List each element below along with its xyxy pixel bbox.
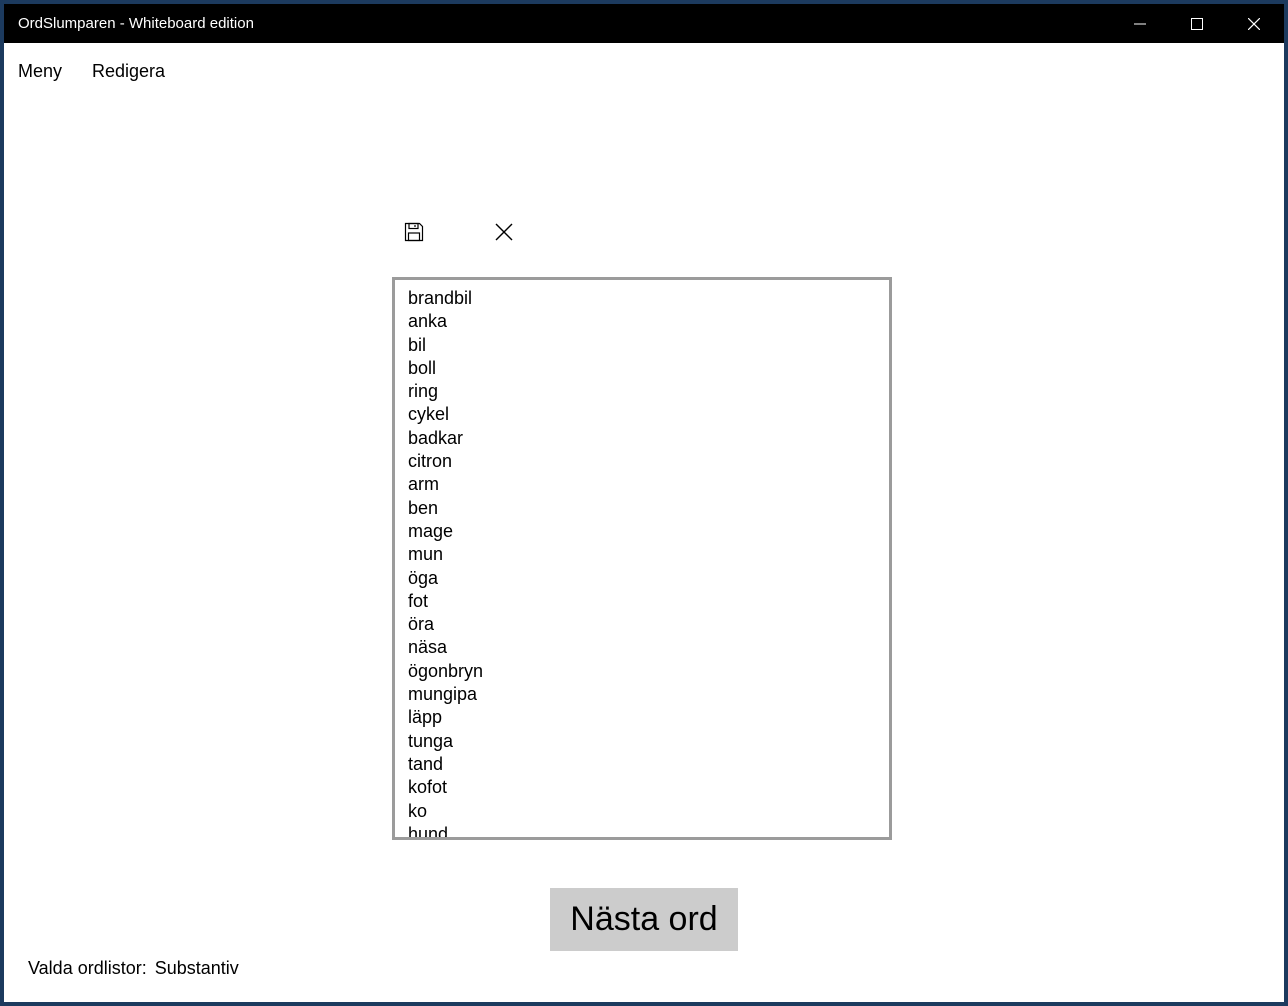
- list-item: citron: [408, 451, 453, 472]
- list-item: mungipa: [408, 684, 478, 705]
- maximize-icon: [1190, 17, 1203, 30]
- list-item: brandbil: [408, 288, 473, 308]
- window-close-button[interactable]: [1225, 4, 1282, 43]
- list-item: ring: [408, 381, 439, 402]
- menu-item-redigera[interactable]: Redigera: [92, 61, 165, 82]
- close-editor-button[interactable]: [488, 216, 520, 248]
- close-icon: [495, 223, 513, 241]
- status-label: Valda ordlistor:: [28, 958, 147, 978]
- save-button[interactable]: [398, 216, 430, 248]
- word-list-textbox[interactable]: brandbil anka bil boll ring cykel badkar citron…: [392, 277, 892, 840]
- list-item: hund: [408, 823, 449, 840]
- status-bar: Valda ordlistor: Substantiv: [28, 958, 239, 979]
- app-window: OrdSlumparen - Whiteboard edition Meny R…: [4, 4, 1284, 1002]
- list-item: cykel: [408, 404, 450, 425]
- status-value: Substantiv: [154, 958, 239, 978]
- title-bar[interactable]: OrdSlumparen - Whiteboard edition: [4, 4, 1284, 43]
- list-item: öra: [408, 614, 435, 635]
- list-item: kofot: [408, 777, 448, 798]
- menu-item-meny[interactable]: Meny: [18, 61, 62, 82]
- list-item: badkar: [408, 427, 464, 448]
- list-item: ko: [408, 800, 428, 821]
- list-item: boll: [408, 357, 437, 378]
- window-title: OrdSlumparen - Whiteboard edition: [18, 15, 254, 32]
- list-item: anka: [408, 311, 448, 332]
- list-item: ögonbryn: [408, 660, 484, 681]
- minimize-icon: [1133, 23, 1146, 24]
- list-item: bil: [408, 334, 427, 355]
- next-word-button[interactable]: Nästa ord: [550, 888, 738, 951]
- save-icon: [404, 222, 424, 242]
- list-item: tand: [408, 753, 444, 774]
- maximize-button[interactable]: [1168, 4, 1225, 43]
- list-item: fot: [408, 590, 429, 611]
- list-item: näsa: [408, 637, 448, 658]
- minimize-button[interactable]: [1111, 4, 1168, 43]
- list-item: mun: [408, 544, 444, 565]
- list-item: läpp: [408, 707, 443, 728]
- list-item: tunga: [408, 730, 454, 751]
- close-icon: [1247, 17, 1260, 30]
- list-item: ben: [408, 497, 439, 518]
- list-item: öga: [408, 567, 439, 588]
- list-item: arm: [408, 474, 439, 495]
- list-item: mage: [408, 520, 454, 541]
- menu-bar: Meny Redigera: [4, 43, 1284, 99]
